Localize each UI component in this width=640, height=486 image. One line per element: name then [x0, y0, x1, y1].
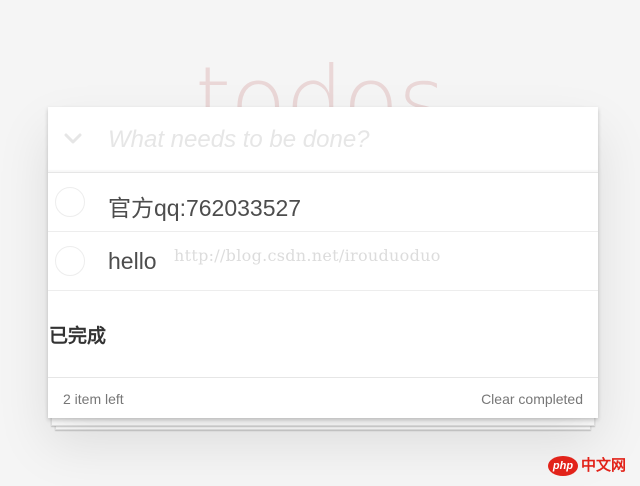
todo-app: 官方qq:762033527 hello http://blog.csdn.ne… [48, 107, 598, 418]
todo-label[interactable]: 官方qq:762033527 [108, 189, 301, 223]
new-todo-row [48, 107, 598, 173]
todo-item: hello http://blog.csdn.net/irouduoduo [48, 232, 598, 291]
todo-item: 官方qq:762033527 [48, 173, 598, 232]
completed-heading: 已完成 [49, 326, 107, 347]
toggle-all-chevron-down-icon[interactable] [62, 125, 84, 153]
php-site-name: 中文网 [581, 457, 627, 474]
items-left-count: 2 item left [63, 391, 124, 407]
new-todo-input[interactable] [108, 122, 578, 158]
todo-footer: 2 item left Clear completed [48, 378, 598, 418]
todo-toggle-circle-icon[interactable] [55, 246, 85, 276]
php-logo-icon: php [548, 456, 578, 476]
todo-label[interactable]: hello [108, 248, 157, 275]
php-cn-badge: php 中文网 [548, 455, 632, 477]
blog-watermark: http://blog.csdn.net/irouduoduo [174, 246, 441, 265]
clear-completed-button[interactable]: Clear completed [481, 391, 583, 407]
todo-toggle-circle-icon[interactable] [55, 187, 85, 217]
completed-section: 已完成 [48, 291, 598, 378]
